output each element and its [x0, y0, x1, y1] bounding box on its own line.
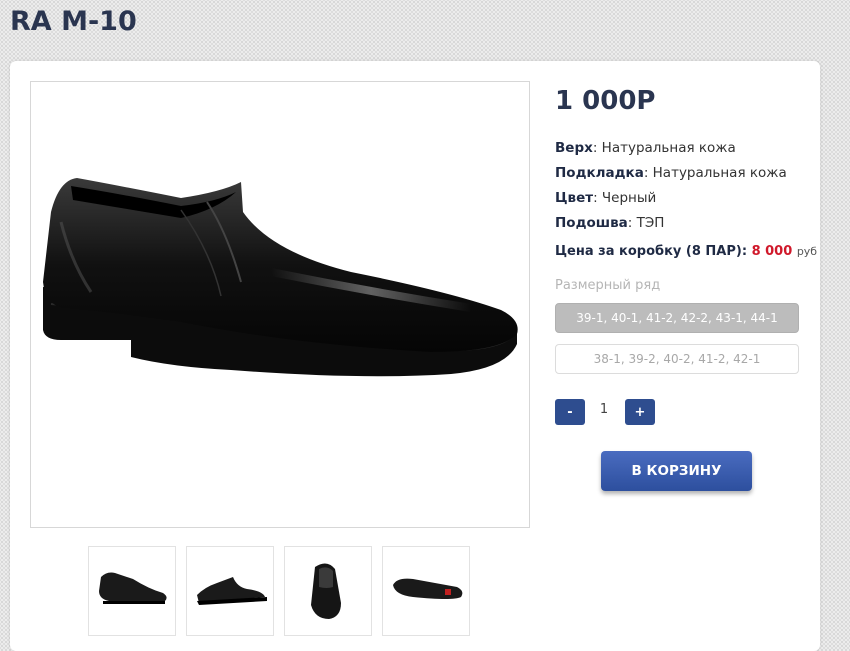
- thumbnail-4[interactable]: [382, 546, 470, 636]
- thumbnail-3[interactable]: [284, 546, 372, 636]
- box-price-currency: руб: [796, 245, 818, 258]
- spec-value: : Натуральная кожа: [643, 165, 787, 181]
- page-title: RA M-10: [10, 6, 137, 37]
- shoe-thumb-icon: [99, 572, 167, 604]
- box-price-label: Цена за коробку (8 ПАР):: [555, 244, 748, 259]
- spec-label: Верх: [555, 140, 593, 156]
- spec-value: : Натуральная кожа: [592, 140, 736, 156]
- box-price-amount: 8 000: [751, 244, 793, 259]
- product-main-image[interactable]: [30, 81, 530, 528]
- spec-upper: Верх: Натуральная кожа: [555, 140, 736, 156]
- shoe-thumb-icon: [197, 577, 267, 605]
- spec-sole: Подошва: ТЭП: [555, 215, 664, 231]
- spec-label: Подкладка: [555, 165, 644, 181]
- shoe-image: [43, 178, 518, 377]
- spec-label: Подошва: [555, 215, 628, 231]
- shoe-thumb-icon: [311, 563, 341, 619]
- quantity-value[interactable]: 1: [591, 402, 617, 417]
- quantity-decrease-button[interactable]: -: [555, 399, 585, 425]
- add-to-cart-button[interactable]: В КОРЗИНУ: [601, 451, 752, 491]
- spec-value: : Черный: [593, 190, 657, 206]
- spec-color: Цвет: Черный: [555, 190, 656, 206]
- shoe-thumb-icon: [393, 578, 463, 599]
- spec-lining: Подкладка: Натуральная кожа: [555, 165, 787, 181]
- spec-label: Цвет: [555, 190, 594, 206]
- size-option-2[interactable]: 38-1, 39-2, 40-2, 41-2, 42-1: [555, 344, 799, 374]
- spec-value: : ТЭП: [627, 215, 665, 231]
- size-option-1[interactable]: 39-1, 40-1, 41-2, 42-2, 43-1, 44-1: [555, 303, 799, 333]
- quantity-increase-button[interactable]: +: [625, 399, 655, 425]
- box-price: Цена за коробку (8 ПАР): 8 000 руб: [555, 244, 817, 259]
- size-range-label: Размерный ряд: [555, 278, 661, 293]
- product-price: 1 000Р: [555, 86, 656, 116]
- thumbnail-2[interactable]: [186, 546, 274, 636]
- thumbnail-1[interactable]: [88, 546, 176, 636]
